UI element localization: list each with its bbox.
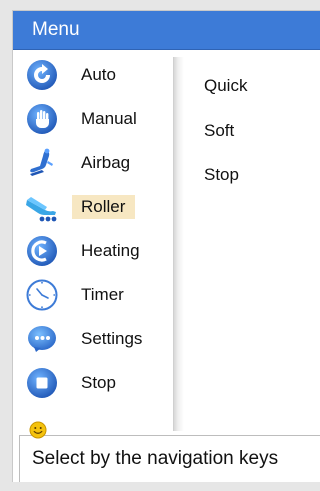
smiley-icon <box>29 421 47 439</box>
roller-chair-icon <box>25 190 59 224</box>
status-bar: Select by the navigation keys <box>19 435 320 482</box>
title-bar: Menu <box>13 11 320 50</box>
status-text: Select by the navigation keys <box>32 448 279 469</box>
menu-divider <box>173 57 184 431</box>
submenu-item-soft[interactable]: Soft <box>204 121 234 141</box>
menu-item-settings[interactable]: Settings <box>13 317 173 361</box>
menu-item-label: Stop <box>81 373 116 392</box>
menu-item-label: Heating <box>81 241 140 260</box>
menu-item-label: Airbag <box>81 153 131 172</box>
menu-item-roller[interactable]: Roller <box>13 185 173 229</box>
window-title: Menu <box>32 19 80 40</box>
menu-item-auto[interactable]: Auto <box>13 53 173 97</box>
menu-item-label: Timer <box>81 285 124 304</box>
settings-icon <box>25 322 59 356</box>
menu-item-airbag[interactable]: Airbag <box>13 141 173 185</box>
menu-item-stop[interactable]: Stop <box>13 361 173 405</box>
menu-item-label: Roller <box>72 195 136 219</box>
menu-item-label: Manual <box>81 109 137 128</box>
menu-item-label: Settings <box>81 329 143 348</box>
airbag-chair-icon <box>25 146 59 180</box>
menu-window: Menu Auto Manual Airbag Roller Heating T… <box>12 10 320 482</box>
menu-item-heating[interactable]: Heating <box>13 229 173 273</box>
submenu-item-stop[interactable]: Stop <box>204 165 239 185</box>
submenu-item-quick[interactable]: Quick <box>204 76 247 96</box>
menu-item-timer[interactable]: Timer <box>13 273 173 317</box>
stop-icon <box>25 366 59 400</box>
main-menu: Auto Manual Airbag Roller Heating Timer … <box>13 49 173 435</box>
hand-icon <box>25 102 59 136</box>
auto-icon <box>25 58 59 92</box>
clock-icon <box>25 278 59 312</box>
menu-item-label: Auto <box>81 65 116 84</box>
menu-item-manual[interactable]: Manual <box>13 97 173 141</box>
heating-icon <box>25 234 59 268</box>
